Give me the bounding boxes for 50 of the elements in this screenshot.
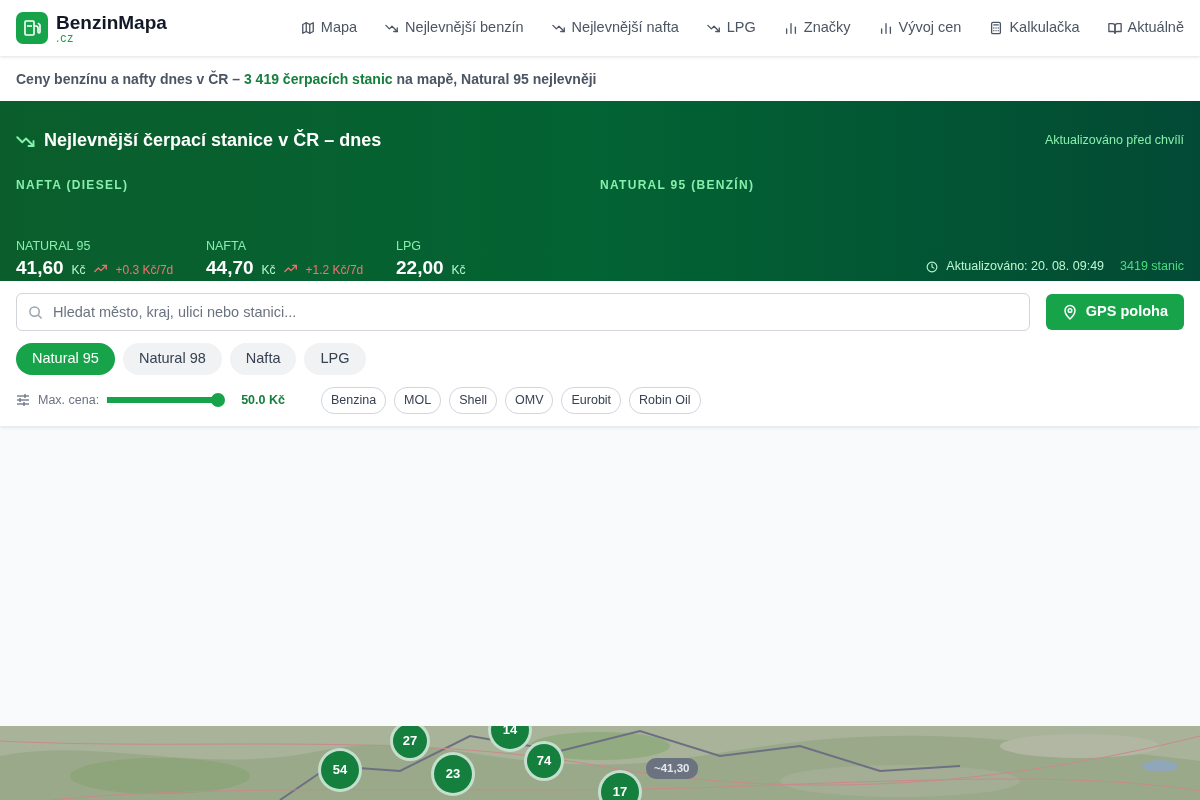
location-icon	[1061, 304, 1078, 320]
nav-link[interactable]: Nejlevnější nafta	[551, 17, 679, 39]
updated-time: Aktualizováno: 20. 08. 09:49	[946, 257, 1105, 275]
nav-link[interactable]: Nejlevnější benzín	[385, 17, 524, 39]
fuel-label: LPG	[396, 240, 422, 254]
sliders-icon	[16, 393, 30, 408]
nav-link[interactable]: LPG	[706, 17, 756, 39]
fuel-price: 41,60	[16, 255, 64, 280]
fuel-label: NAFTA	[206, 240, 248, 254]
fuel-tab[interactable]: Natural 98	[122, 343, 222, 375]
hero-title: Nejlevnější čerpací stanice v ČR – dnes	[44, 128, 382, 152]
brand-filter-chip[interactable]: OMV	[505, 387, 554, 414]
logo-suffix: .cz	[56, 31, 75, 44]
nav-link[interactable]: Značky	[783, 17, 851, 39]
updated-note: Aktualizováno před chvílí	[1045, 132, 1184, 150]
brand-filter-chip[interactable]: Robin Oil	[629, 387, 701, 414]
nav-link[interactable]: Kalkulačka	[989, 17, 1080, 39]
headline: Ceny benzínu a nafty dnes v ČR – 3 419 čerpacích stanic na mapě, Natural 95 nejlevněji	[0, 56, 1200, 101]
station-count: 3419 stanic	[1120, 257, 1184, 275]
logo-name: BenzinMapa	[56, 12, 167, 32]
fuel-tab[interactable]: LPG	[304, 343, 366, 375]
price-marker[interactable]: ~41,30	[646, 758, 698, 780]
currency-unit: Kč	[71, 261, 86, 279]
price-change: +0.3 Kč/7d	[115, 261, 174, 279]
calculator-icon	[989, 21, 1004, 35]
fuel-price: 44,70	[206, 255, 254, 280]
logo-icon	[16, 12, 48, 44]
brand-filter-chip[interactable]: Shell	[449, 387, 497, 414]
nav-link[interactable]: Vývoj cen	[878, 17, 962, 39]
max-price-value: 50.0 Kč	[241, 392, 285, 409]
brand-filter-chip[interactable]: Benzina	[320, 387, 387, 414]
brand-filter-chip[interactable]: Eurobit	[561, 387, 622, 414]
clock-icon	[926, 261, 939, 273]
fuel-label: NATURAL 95	[16, 240, 92, 254]
bar-chart-icon	[878, 21, 893, 35]
price-change: +1.2 Kč/7d	[305, 261, 364, 279]
map-icon	[300, 21, 315, 35]
fuel-tab[interactable]: Nafta	[229, 343, 297, 375]
currency-unit: Kč	[261, 261, 276, 279]
max-price-label: Max. cena:	[38, 392, 100, 409]
search-field[interactable]: Hledat město, kraj, ulici nebo stanici...	[16, 293, 1030, 331]
bar-chart-icon	[783, 21, 798, 35]
book-icon	[1107, 21, 1122, 35]
currency-unit: Kč	[451, 261, 466, 279]
fuel-price: 22,00	[396, 255, 444, 280]
fuel-column-heading: NATURAL 95 (BENZÍN)	[600, 178, 755, 192]
nav-link[interactable]: Aktuálně	[1107, 17, 1184, 39]
fuel-column-heading: NAFTA (DIESEL)	[16, 178, 129, 192]
nav-link[interactable]: Mapa	[300, 17, 358, 39]
brand-filter-chip[interactable]: MOL	[394, 387, 442, 414]
